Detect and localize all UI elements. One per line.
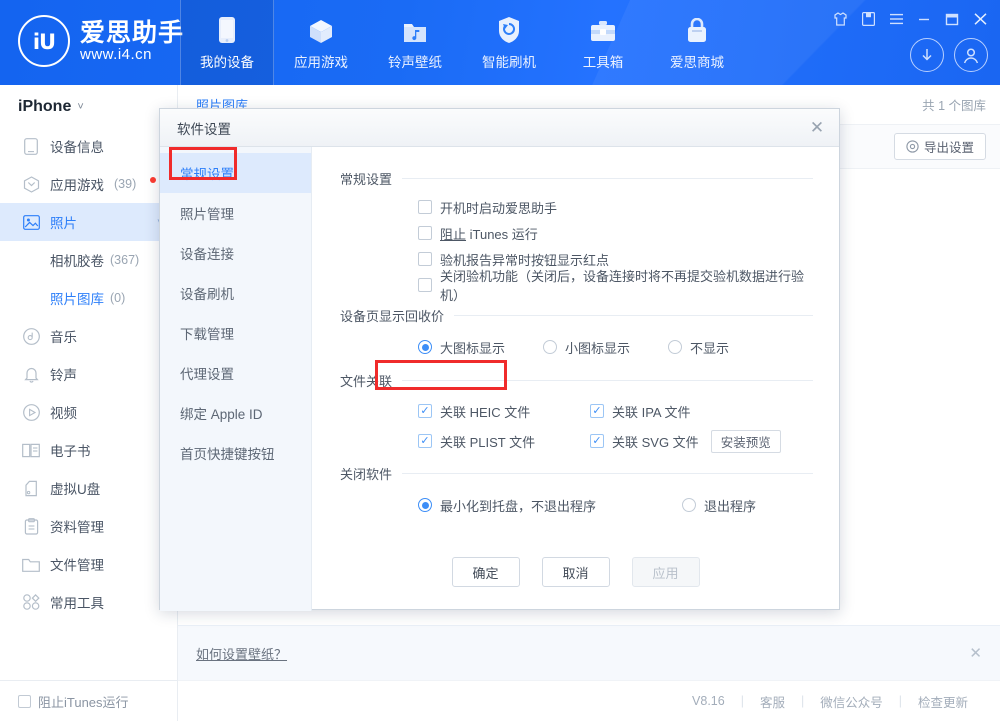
dialog-footer: 确定 取消 应用 (312, 557, 839, 587)
radio-exit-program[interactable]: 退出程序 (682, 496, 756, 515)
dialog-nav-device-connect[interactable]: 设备连接 (160, 233, 311, 273)
group-recycle-price: 设备页显示回收价 大图标显示 小图标显示 (340, 306, 813, 363)
radio-icon[interactable] (418, 498, 432, 512)
option-row: 大图标显示 小图标显示 不显示 (340, 331, 813, 363)
option-row: 开机时启动爱思助手 (340, 194, 813, 220)
radio-minimize-to-tray[interactable]: 最小化到托盘，不退出程序 (418, 496, 596, 515)
checkbox-icon[interactable] (418, 404, 432, 418)
checkbox-icon[interactable] (418, 252, 432, 266)
dialog-nav-device-flash[interactable]: 设备刷机 (160, 273, 311, 313)
dialog-nav-label: 代理设置 (180, 363, 234, 383)
option-label: 大图标显示 (440, 338, 505, 357)
option-assoc-svg[interactable]: 关联 SVG 文件 (590, 432, 699, 451)
cancel-button[interactable]: 取消 (542, 557, 610, 587)
dialog-close-icon[interactable]: ✕ (805, 116, 829, 140)
option-label: 小图标显示 (565, 338, 630, 357)
checkbox-icon[interactable] (418, 200, 432, 214)
option-label: 关闭验机功能（关闭后，设备连接时将不再提交验机数据进行验机） (440, 266, 813, 304)
option-assoc-ipa[interactable]: 关联 IPA 文件 (590, 402, 691, 421)
option-label: 最小化到托盘，不退出程序 (440, 496, 596, 515)
option-row: 最小化到托盘，不退出程序 退出程序 (340, 489, 813, 521)
option-assoc-plist[interactable]: 关联 PLIST 文件 (418, 432, 568, 451)
option-disable-inspection[interactable]: 关闭验机功能（关闭后，设备连接时将不再提交验机数据进行验机） (418, 266, 813, 304)
group-header: 常规设置 (340, 169, 813, 188)
dialog-nav-download-manage[interactable]: 下载管理 (160, 313, 311, 353)
apply-button: 应用 (632, 557, 700, 587)
dialog-nav-label: 绑定 Apple ID (180, 403, 263, 423)
dialog-nav-label: 设备刷机 (180, 283, 234, 303)
radio-large-icon[interactable]: 大图标显示 (418, 338, 505, 357)
group-label: 常规设置 (340, 169, 392, 188)
dialog-nav-photo-manage[interactable]: 照片管理 (160, 193, 311, 233)
group-header: 文件关联 (340, 371, 813, 390)
group-header: 设备页显示回收价 (340, 306, 813, 325)
option-autostart[interactable]: 开机时启动爱思助手 (418, 198, 557, 217)
option-assoc-heic[interactable]: 关联 HEIC 文件 (418, 402, 568, 421)
option-row: 关闭验机功能（关闭后，设备连接时将不再提交验机数据进行验机） (340, 272, 813, 298)
dialog-body: 常规设置 照片管理 设备连接 设备刷机 下载管理 代理设置 绑定 Apple I… (160, 147, 839, 611)
option-label-prefix: 阻止 iTunes 运行 (440, 224, 538, 243)
group-close-software: 关闭软件 最小化到托盘，不退出程序 退出程序 (340, 464, 813, 521)
group-header: 关闭软件 (340, 464, 813, 483)
dialog-nav-general[interactable]: 常规设置 (160, 153, 311, 193)
dialog-title: 软件设置 (177, 118, 231, 138)
checkbox-icon[interactable] (590, 434, 604, 448)
dialog-nav-label: 设备连接 (180, 243, 234, 263)
divider (454, 315, 813, 316)
dialog-nav-label: 首页快捷键按钮 (180, 443, 275, 463)
group-label: 文件关联 (340, 371, 392, 390)
group-label: 设备页显示回收价 (340, 306, 444, 325)
software-settings-dialog: 软件设置 ✕ 常规设置 照片管理 设备连接 设备刷机 下载管理 代理设置 绑定 … (159, 108, 840, 610)
option-label: 关联 IPA 文件 (612, 402, 691, 421)
dialog-main: 常规设置 开机时启动爱思助手 阻止 iTun (312, 147, 839, 611)
divider (402, 380, 813, 381)
option-label: 不显示 (690, 338, 729, 357)
checkbox-icon[interactable] (418, 278, 432, 292)
radio-hide[interactable]: 不显示 (668, 338, 729, 357)
modal-overlay: 软件设置 ✕ 常规设置 照片管理 设备连接 设备刷机 下载管理 代理设置 绑定 … (0, 0, 1000, 721)
option-label: 退出程序 (704, 496, 756, 515)
radio-icon[interactable] (682, 498, 696, 512)
group-file-association: 文件关联 关联 HEIC 文件 关联 IPA 文件 (340, 371, 813, 456)
divider (402, 178, 813, 179)
option-label-rest: iTunes 运行 (466, 227, 538, 242)
checkbox-icon[interactable] (418, 434, 432, 448)
option-label: 关联 PLIST 文件 (440, 432, 535, 451)
dialog-nav-apple-id[interactable]: 绑定 Apple ID (160, 393, 311, 433)
radio-icon[interactable] (668, 340, 682, 354)
dialog-nav-label: 照片管理 (180, 203, 234, 223)
dialog-nav: 常规设置 照片管理 设备连接 设备刷机 下载管理 代理设置 绑定 Apple I… (160, 147, 312, 611)
option-label-underlined[interactable]: 阻止 (440, 227, 466, 242)
app-root: iU 爱思助手 www.i4.cn 我的设备 应用游戏 (0, 0, 1000, 721)
option-label: 关联 SVG 文件 (612, 432, 699, 451)
install-preview-button[interactable]: 安装预览 (711, 430, 781, 453)
dialog-nav-proxy[interactable]: 代理设置 (160, 353, 311, 393)
group-general: 常规设置 开机时启动爱思助手 阻止 iTun (340, 169, 813, 298)
option-row: 关联 PLIST 文件 关联 SVG 文件 安装预览 (340, 426, 813, 456)
option-label: 开机时启动爱思助手 (440, 198, 557, 217)
dialog-title-bar: 软件设置 ✕ (160, 109, 839, 147)
radio-icon[interactable] (418, 340, 432, 354)
group-label: 关闭软件 (340, 464, 392, 483)
radio-small-icon[interactable]: 小图标显示 (543, 338, 630, 357)
checkbox-icon[interactable] (418, 226, 432, 240)
checkbox-icon[interactable] (590, 404, 604, 418)
dialog-nav-label: 常规设置 (180, 163, 234, 183)
dialog-nav-home-shortcut[interactable]: 首页快捷键按钮 (160, 433, 311, 473)
radio-icon[interactable] (543, 340, 557, 354)
dialog-nav-label: 下载管理 (180, 323, 234, 343)
option-block-itunes[interactable]: 阻止 iTunes 运行 (418, 224, 538, 243)
ok-button[interactable]: 确定 (452, 557, 520, 587)
divider (402, 473, 813, 474)
option-row: 阻止 iTunes 运行 (340, 220, 813, 246)
option-row: 关联 HEIC 文件 关联 IPA 文件 (340, 396, 813, 426)
option-label: 关联 HEIC 文件 (440, 402, 530, 421)
